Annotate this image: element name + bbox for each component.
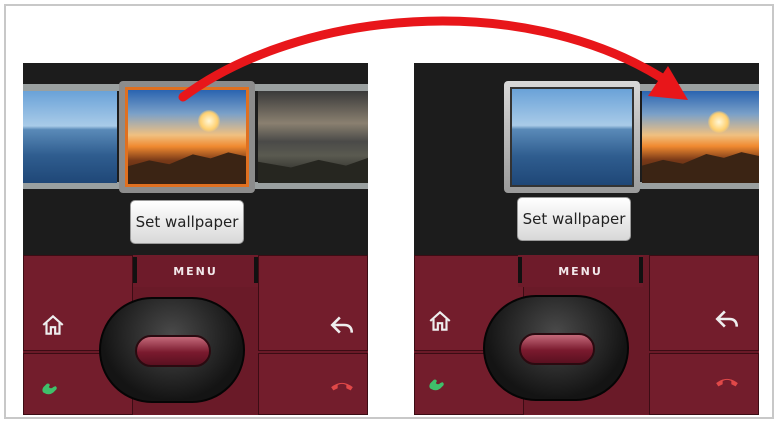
home-icon: [427, 308, 453, 334]
hardware-keypad: MENU: [414, 255, 759, 415]
end-call-icon: [329, 372, 355, 398]
back-key[interactable]: [258, 255, 368, 351]
trackball-center[interactable]: [519, 333, 595, 365]
home-icon: [40, 312, 66, 338]
back-icon: [714, 306, 740, 332]
thumbnail-lake-image: [510, 87, 634, 187]
hills-graphic: [642, 152, 759, 183]
menu-key[interactable]: MENU: [518, 255, 643, 287]
end-call-key[interactable]: [258, 353, 368, 415]
menu-label: MENU: [173, 265, 218, 278]
trackball-center[interactable]: [135, 335, 211, 367]
call-icon: [425, 368, 451, 394]
set-wallpaper-button[interactable]: Set wallpaper: [130, 200, 244, 244]
set-wallpaper-button[interactable]: Set wallpaper: [517, 197, 631, 241]
hills-graphic: [128, 152, 246, 184]
thumbnail-sunset-image: [125, 87, 249, 187]
hardware-keypad: MENU: [23, 255, 368, 415]
end-call-icon: [714, 368, 740, 394]
wallpaper-gallery[interactable]: [23, 81, 368, 193]
back-key[interactable]: [649, 255, 759, 351]
coast-graphic: [258, 157, 368, 183]
end-call-key[interactable]: [649, 353, 759, 415]
back-icon: [329, 312, 355, 338]
menu-label: MENU: [558, 265, 603, 278]
trackball-ring[interactable]: [483, 295, 629, 401]
phone-screen-after: Set wallpaper MENU: [414, 63, 759, 415]
thumbnail-lake[interactable]: [23, 91, 117, 183]
thumbnail-sunset-selected[interactable]: [119, 81, 255, 193]
sun-graphic: [708, 111, 730, 133]
thumbnail-lake-selected[interactable]: [504, 81, 640, 193]
thumbnail-sunset[interactable]: [642, 91, 759, 183]
menu-key[interactable]: MENU: [133, 255, 258, 287]
trackball-ring[interactable]: [99, 297, 245, 403]
wallpaper-gallery[interactable]: [414, 81, 759, 193]
gallery-rail-bottom: [639, 182, 759, 189]
phone-screen-before: Set wallpaper MENU: [23, 63, 368, 415]
gallery-rail-top: [639, 84, 759, 91]
thumbnail-coast[interactable]: [258, 91, 368, 183]
call-icon: [38, 372, 64, 398]
sun-graphic: [198, 110, 220, 132]
